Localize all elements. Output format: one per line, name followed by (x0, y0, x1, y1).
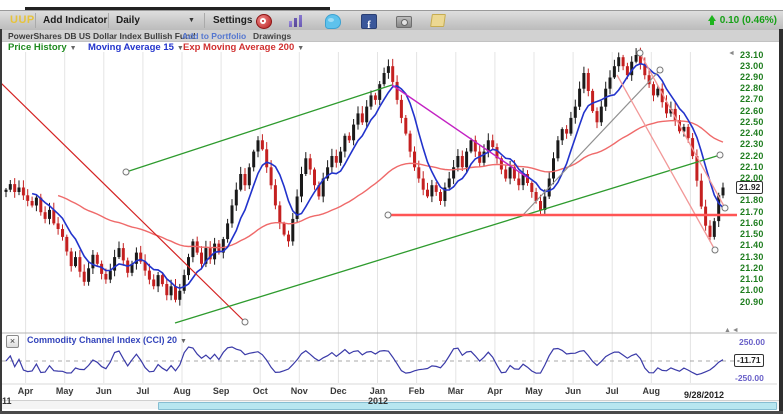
price-and-cci-chart (0, 0, 783, 414)
chevron-down-icon: ▼ (180, 338, 187, 345)
pink-channel-right-line[interactable] (640, 53, 725, 208)
red-horizontal-support-line-handle[interactable] (385, 212, 391, 218)
green-uptrend-short-line-handle[interactable] (123, 169, 129, 175)
panel-resize-icons[interactable]: ▲◄ (724, 327, 740, 334)
cci-close-button[interactable]: × (6, 335, 19, 348)
pink-channel-right-line-handle[interactable] (637, 50, 643, 56)
last-date-label: 9/28/2012 (684, 390, 724, 400)
red-downtrend-line-handle[interactable] (242, 319, 248, 325)
cci-current-value-tag: -11.71 (734, 354, 764, 367)
charting-app: 23.1023.0022.9022.8022.7022.6022.5022.40… (0, 0, 783, 414)
cci-title-dropdown[interactable]: Commodity Channel Index (CCI) 20▼ (27, 335, 187, 345)
window-left-border (0, 29, 2, 414)
gray-uptrend-line-handle[interactable] (657, 67, 663, 73)
current-price-tag: 21.92 (736, 181, 763, 194)
horizontal-scrollbar-thumb[interactable] (158, 402, 777, 410)
green-uptrend-long-line[interactable] (175, 155, 720, 323)
pink-channel-right-line-handle[interactable] (722, 205, 728, 211)
year-2012-label: 2012 (363, 396, 393, 406)
pink-channel-left-line-handle[interactable] (712, 247, 718, 253)
year-start-label: 11 (2, 396, 12, 406)
window-right-border (779, 29, 783, 414)
green-uptrend-long-line-handle[interactable] (717, 152, 723, 158)
candlestick-series (5, 48, 725, 306)
axis-top-marker-icon: ◄ (728, 50, 735, 57)
